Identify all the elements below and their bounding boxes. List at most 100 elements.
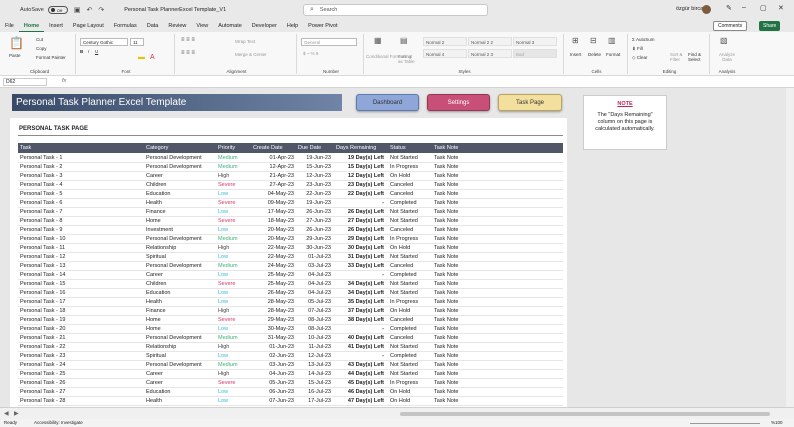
- cell-category[interactable]: Children: [146, 181, 216, 190]
- cell-create-date[interactable]: 29-May-23: [251, 316, 294, 325]
- bold-button[interactable]: B: [80, 49, 83, 54]
- table-row[interactable]: Personal Task - 6 Health Severe 09-May-23 19…: [18, 199, 563, 208]
- cell-days-remaining[interactable]: 44 Day(s) Left: [336, 370, 384, 379]
- table-row[interactable]: Personal Task - 19 Home Severe 29-May-23 08-…: [18, 316, 563, 325]
- cell-create-date[interactable]: 24-May-23: [251, 262, 294, 271]
- cell-category[interactable]: Health: [146, 397, 216, 406]
- cell-due-date[interactable]: 10-Jul-23: [296, 334, 331, 343]
- cell-task-note[interactable]: Task Note: [434, 361, 474, 370]
- cell-category[interactable]: Health: [146, 298, 216, 307]
- cell-priority[interactable]: Low: [218, 271, 251, 280]
- cell-task[interactable]: Personal Task - 7: [20, 208, 144, 217]
- cell-task[interactable]: Personal Task - 12: [20, 253, 144, 262]
- cell-task-note[interactable]: Task Note: [434, 235, 474, 244]
- style-normal-2-3[interactable]: Normal 2 3: [468, 49, 512, 58]
- menu-review[interactable]: Review: [163, 20, 191, 32]
- cell-priority[interactable]: Medium: [218, 361, 251, 370]
- cell-task[interactable]: Personal Task - 17: [20, 298, 144, 307]
- cell-due-date[interactable]: 29-Jun-23: [296, 235, 331, 244]
- menu-developer[interactable]: Developer: [247, 20, 282, 32]
- cell-task-note[interactable]: Task Note: [434, 307, 474, 316]
- cell-due-date[interactable]: 22-Jun-23: [296, 190, 331, 199]
- cell-task[interactable]: Personal Task - 26: [20, 379, 144, 388]
- cell-task[interactable]: Personal Task - 8: [20, 217, 144, 226]
- paste-button[interactable]: Paste: [9, 53, 21, 58]
- cell-days-remaining[interactable]: 40 Day(s) Left: [336, 334, 384, 343]
- cell-priority[interactable]: Low: [218, 397, 251, 406]
- cell-task-note[interactable]: Task Note: [434, 244, 474, 253]
- cell-due-date[interactable]: 03-Jul-23: [296, 262, 331, 271]
- cell-due-date[interactable]: 05-Jul-23: [296, 298, 331, 307]
- cell-priority[interactable]: Low: [218, 289, 251, 298]
- cell-category[interactable]: Education: [146, 388, 216, 397]
- redo-icon[interactable]: ↷: [98, 6, 104, 14]
- merge-center-button[interactable]: Merge & Center: [235, 52, 267, 57]
- cell-create-date[interactable]: 07-Jun-23: [251, 397, 294, 406]
- sort-filter-button[interactable]: Sort & Filter: [670, 52, 686, 62]
- cell-due-date[interactable]: 17-Jul-23: [296, 397, 331, 406]
- analyze-data-button[interactable]: Analyze Data: [714, 52, 740, 62]
- format-table-icon[interactable]: ▤: [400, 36, 408, 45]
- cell-status[interactable]: In Progress: [390, 298, 432, 307]
- cell-task[interactable]: Personal Task - 15: [20, 280, 144, 289]
- cell-status[interactable]: Not Started: [390, 208, 432, 217]
- cell-priority[interactable]: Severe: [218, 217, 251, 226]
- cell-status[interactable]: Completed: [390, 271, 432, 280]
- cell-priority[interactable]: Low: [218, 208, 251, 217]
- cell-due-date[interactable]: 08-Jul-23: [296, 316, 331, 325]
- cell-due-date[interactable]: 04-Jul-23: [296, 271, 331, 280]
- cell-category[interactable]: Health: [146, 199, 216, 208]
- cell-category[interactable]: Career: [146, 379, 216, 388]
- col-days-remaining[interactable]: Days Remaining: [336, 143, 384, 153]
- table-row[interactable]: Personal Task - 28 Health Low 07-Jun-23 17-J…: [18, 397, 563, 406]
- cell-category[interactable]: Personal Development: [146, 235, 216, 244]
- cell-category[interactable]: Finance: [146, 307, 216, 316]
- cell-create-date[interactable]: 02-Jun-23: [251, 352, 294, 361]
- table-row[interactable]: Personal Task - 20 Home Low 30-May-23 08-Jul…: [18, 325, 563, 334]
- cell-due-date[interactable]: 19-Jun-23: [296, 199, 331, 208]
- cell-status[interactable]: On Hold: [390, 388, 432, 397]
- cell-status[interactable]: Not Started: [390, 361, 432, 370]
- cell-task[interactable]: Personal Task - 6: [20, 199, 144, 208]
- table-row[interactable]: Personal Task - 10 Personal Development Me…: [18, 235, 563, 244]
- menu-insert[interactable]: Insert: [44, 20, 68, 32]
- cell-status[interactable]: Canceled: [390, 181, 432, 190]
- cell-due-date[interactable]: 07-Jul-23: [296, 307, 331, 316]
- table-row[interactable]: Personal Task - 7 Finance Low 17-May-23 26-J…: [18, 208, 563, 217]
- cell-task-note[interactable]: Task Note: [434, 163, 474, 172]
- cell-create-date[interactable]: 12-Apr-23: [251, 163, 294, 172]
- cell-days-remaining[interactable]: 15 Day(s) Left: [336, 163, 384, 172]
- cell-due-date[interactable]: 12-Jul-23: [296, 352, 331, 361]
- autosum-button[interactable]: Σ AutoSum: [632, 37, 655, 42]
- cell-create-date[interactable]: 01-Jun-23: [251, 343, 294, 352]
- cell-due-date[interactable]: 13-Jul-23: [296, 361, 331, 370]
- cell-days-remaining[interactable]: 41 Day(s) Left: [336, 343, 384, 352]
- cell-days-remaining[interactable]: -: [336, 352, 384, 361]
- table-row[interactable]: Personal Task - 25 Career High 04-Jun-23 14-…: [18, 370, 563, 379]
- cell-days-remaining[interactable]: 43 Day(s) Left: [336, 361, 384, 370]
- cell-status[interactable]: In Progress: [390, 379, 432, 388]
- cell-create-date[interactable]: 28-May-23: [251, 298, 294, 307]
- cell-priority[interactable]: Medium: [218, 262, 251, 271]
- wrap-text-button[interactable]: Wrap Text: [235, 39, 255, 44]
- cell-priority[interactable]: Severe: [218, 280, 251, 289]
- table-row[interactable]: Personal Task - 14 Career Low 25-May-23 04-J…: [18, 271, 563, 280]
- table-row[interactable]: Personal Task - 2 Personal Development Med…: [18, 163, 563, 172]
- col-category[interactable]: Category: [146, 143, 216, 153]
- cell-priority[interactable]: Severe: [218, 316, 251, 325]
- minimize-icon[interactable]: –: [742, 4, 746, 11]
- zoom-slider[interactable]: [690, 423, 760, 424]
- underline-button[interactable]: U: [95, 49, 98, 54]
- worksheet[interactable]: Personal Task Planner Excel Template Das…: [0, 88, 794, 407]
- cell-priority[interactable]: High: [218, 244, 251, 253]
- cell-category[interactable]: Finance: [146, 208, 216, 217]
- clear-button[interactable]: ◇ Clear: [632, 55, 647, 61]
- cell-due-date[interactable]: 12-Jun-23: [296, 172, 331, 181]
- cell-create-date[interactable]: 30-May-23: [251, 325, 294, 334]
- cell-task-note[interactable]: Task Note: [434, 199, 474, 208]
- settings-button[interactable]: Settings: [427, 94, 490, 111]
- cell-task[interactable]: Personal Task - 9: [20, 226, 144, 235]
- cell-task-note[interactable]: Task Note: [434, 334, 474, 343]
- table-row[interactable]: Personal Task - 17 Health Low 28-May-23 05-J…: [18, 298, 563, 307]
- col-task-note[interactable]: Task Note: [434, 143, 474, 153]
